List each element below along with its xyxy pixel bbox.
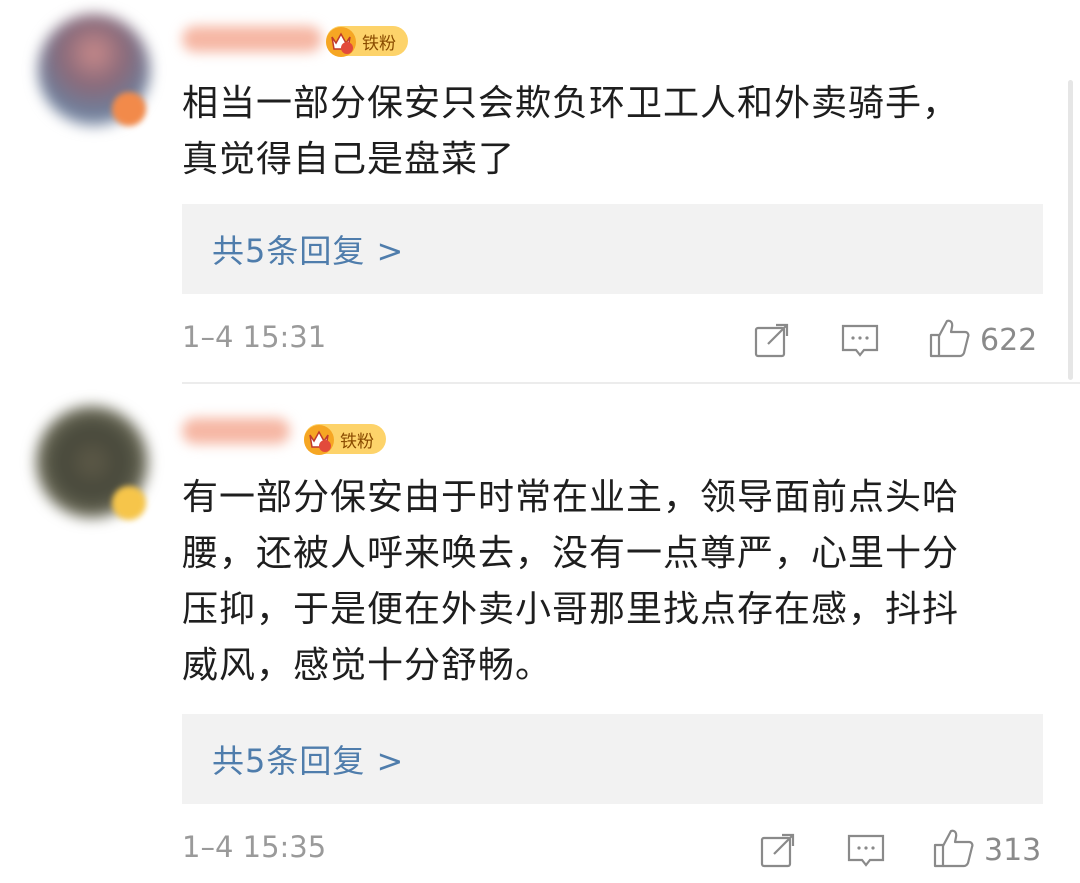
comment-timestamp: 1–4 15:35 [182, 830, 327, 864]
view-replies-link[interactable]: 共5条回复 > [212, 736, 404, 782]
share-button[interactable] [752, 320, 792, 364]
share-icon [752, 320, 792, 364]
comment-divider [182, 382, 1080, 384]
avatar-badge-icon [112, 92, 146, 126]
reply-box: 共5条回复 > [182, 714, 1043, 804]
like-button[interactable]: 313 [932, 826, 1041, 874]
fan-badge[interactable]: 铁粉 [326, 26, 408, 57]
reply-button[interactable] [840, 320, 880, 364]
username-blurred[interactable] [182, 26, 322, 52]
view-replies-link[interactable]: 共5条回复 > [212, 226, 404, 272]
scrollbar[interactable] [1068, 80, 1073, 380]
reply-button[interactable] [846, 830, 886, 874]
comment-icon [846, 830, 886, 874]
comment-text: 有一部分保安由于时常在业主，领导面前点头哈 腰，还被人呼来唤去，没有一点尊严，心… [182, 477, 960, 686]
share-button[interactable] [758, 830, 798, 874]
comment-timestamp: 1–4 15:31 [182, 320, 327, 354]
reply-box: 共5条回复 > [182, 204, 1043, 294]
avatar-badge-icon [112, 486, 146, 520]
share-icon [758, 830, 798, 874]
like-button[interactable]: 622 [928, 316, 1037, 364]
crown-icon [300, 420, 338, 458]
username-blurred[interactable] [182, 418, 290, 444]
fan-badge-label: 铁粉 [362, 33, 396, 54]
fan-badge[interactable]: 铁粉 [304, 424, 386, 455]
crown-icon [322, 22, 360, 60]
fan-badge-label: 铁粉 [340, 431, 374, 452]
thumbs-up-icon [932, 826, 976, 874]
comment-text: 相当一部分保安只会欺负环卫工人和外卖骑手， 真觉得自己是盘菜了 [182, 83, 960, 180]
thumbs-up-icon [928, 316, 972, 364]
comment-icon [840, 320, 880, 364]
like-count: 622 [980, 322, 1038, 358]
like-count: 313 [984, 832, 1042, 868]
